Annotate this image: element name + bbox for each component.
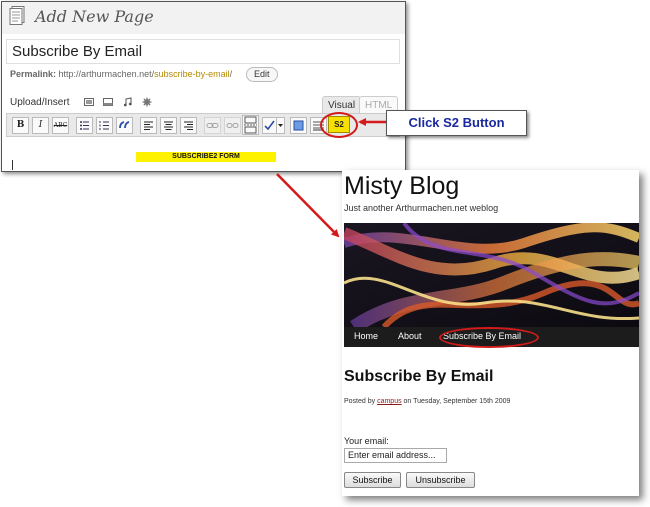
nav-item-home[interactable]: Home [354, 331, 378, 341]
site-tagline: Just another Arthurmachen.net weblog [344, 203, 499, 213]
unsubscribe-button[interactable]: Unsubscribe [406, 472, 475, 488]
post-meta: Posted by campus on Tuesday, September 1… [344, 398, 510, 405]
main-navigation: Home About Subscribe By Email [344, 327, 639, 348]
subscribe-button[interactable]: Subscribe [344, 472, 401, 488]
arrow-to-blog [276, 173, 340, 238]
nav-item-about[interactable]: About [398, 331, 422, 341]
post-author-link[interactable]: campus [377, 398, 402, 405]
header-banner-image [344, 223, 639, 327]
blog-preview-panel: Misty Blog Just another Arthurmachen.net… [342, 170, 639, 496]
nav-highlight-ring [439, 327, 539, 348]
email-input[interactable]: Enter email address... [344, 448, 447, 463]
email-label: Your email: [344, 436, 389, 446]
post-title[interactable]: Subscribe By Email [344, 368, 493, 386]
site-title[interactable]: Misty Blog [344, 172, 459, 201]
post-meta-date: on Tuesday, September 15th 2009 [401, 398, 511, 405]
post-meta-prefix: Posted by [344, 398, 378, 405]
